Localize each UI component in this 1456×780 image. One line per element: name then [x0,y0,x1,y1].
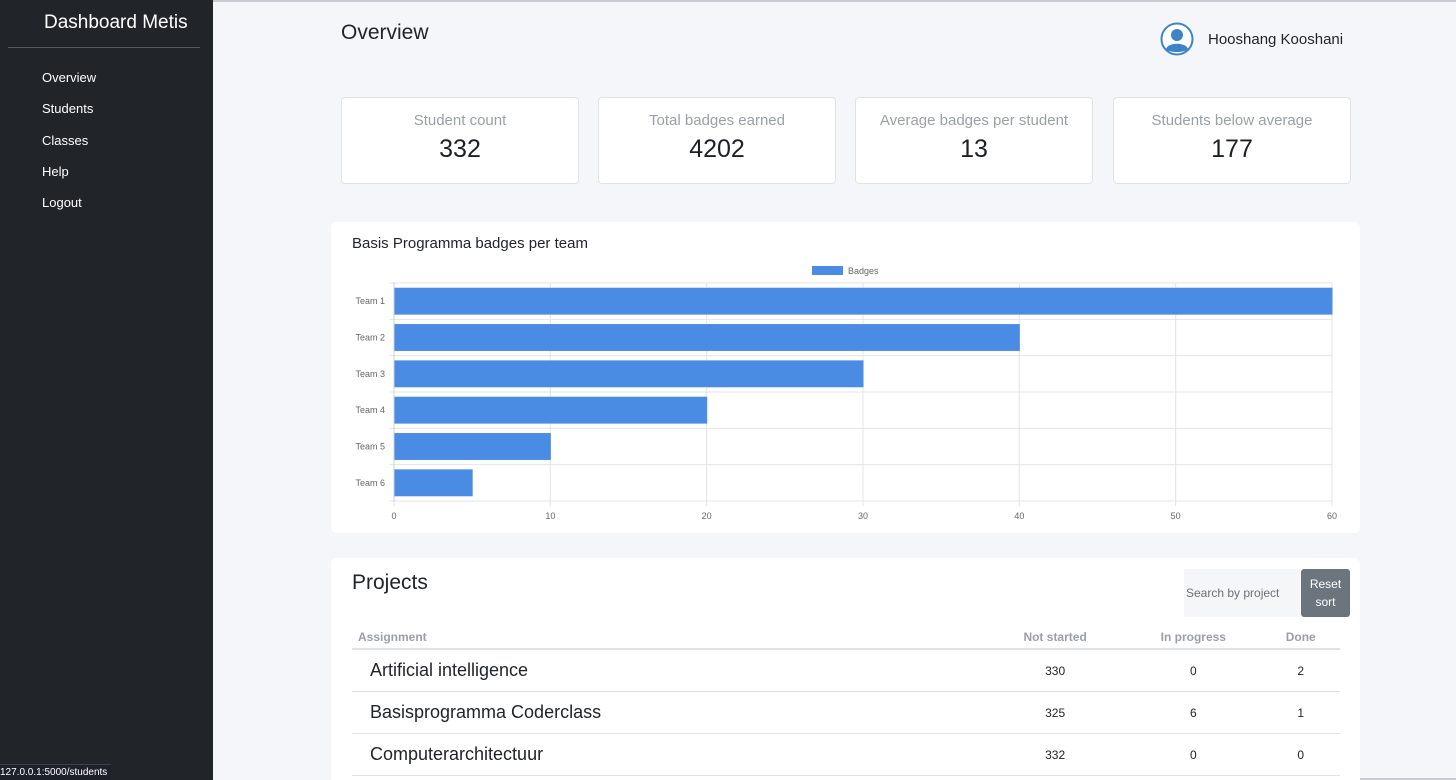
sidebar-item-overview[interactable]: Overview [42,70,96,101]
project-search-input[interactable] [1184,569,1300,617]
stat-label: Average badges per student [879,112,1069,129]
x-tick-label: 60 [1327,511,1337,521]
badges-bar-chart: 0 10 20 30 40 50 60 Team 1 Team 2 Team 3 Team 4 Tea… [355,266,1337,521]
table-row[interactable]: Computerarchitectuur 332 0 0 [352,733,1340,776]
cell-assignment: Computerarchitectuur [352,733,986,776]
brand-divider [8,47,200,48]
cell-not-started: 325 [985,691,1126,734]
table-row[interactable]: Basisprogramma Coderclass 325 6 1 [352,691,1340,734]
stat-label: Student count [413,112,507,129]
y-tick-label: Team 4 [355,405,385,415]
cell-assignment: Artificial intelligence [352,649,986,692]
stat-value: 332 [439,135,481,163]
column-header-assignment[interactable]: Assignment [352,625,986,650]
cell-in-progress: 0 [1125,733,1262,776]
sidebar-item-help[interactable]: Help [42,164,96,195]
sidebar-item-students[interactable]: Students [42,101,96,132]
cell-done: 0 [1261,733,1340,776]
cell-assignment: Basisprogramma Coderclass [352,691,986,734]
bar-team-4 [394,396,708,424]
y-tick-label: Team 6 [355,478,385,488]
stat-card-total-badges: Total badges earned 4202 [598,97,836,184]
x-tick-label: 0 [391,511,396,521]
y-tick-label: Team 3 [355,369,385,379]
badges-chart-panel: Basis Programma badges per team 0 10 20 30 4… [331,222,1360,533]
x-tick-label: 50 [1171,511,1181,521]
stat-card-below-average: Students below average 177 [1113,97,1351,184]
y-tick-label: Team 2 [355,333,385,343]
user-menu[interactable]: Hooshang Kooshani [1150,19,1343,59]
stat-card-average-badges: Average badges per student 13 [855,97,1093,184]
legend-label: Badges [848,266,879,276]
sidebar-item-classes[interactable]: Classes [42,133,96,164]
page-title: Overview [341,21,429,44]
column-header-done[interactable]: Done [1261,625,1340,650]
user-name: Hooshang Kooshani [1208,30,1344,48]
brand-title[interactable]: Dashboard Metis [44,12,188,34]
cell-in-progress: 6 [1125,691,1262,734]
reset-sort-button[interactable]: Reset sort [1301,569,1350,617]
bar-team-6 [394,469,473,497]
x-tick-label: 10 [545,511,555,521]
column-header-not-started[interactable]: Not started [985,625,1126,650]
projects-table: Assignment Not started In progress Done … [352,625,1340,776]
table-row[interactable]: Artificial intelligence 330 0 2 [352,649,1340,692]
stat-card-student-count: Student count 332 [341,97,579,184]
sidebar: Dashboard Metis Overview Students Classe… [0,0,213,780]
cell-not-started: 330 [985,649,1126,692]
bar-team-5 [394,433,551,460]
user-avatar-icon [1160,22,1194,56]
cell-not-started: 332 [985,733,1126,776]
stat-label: Total badges earned [649,112,785,129]
link-status-bar: 127.0.0.1:5000/students [0,764,112,780]
y-tick-label: Team 5 [355,442,385,452]
table-header-row: Assignment Not started In progress Done [352,625,1340,650]
bar-team-3 [394,360,864,388]
bar-team-1 [394,287,1333,315]
stat-label: Students below average [1151,112,1313,129]
stat-value: 177 [1211,135,1253,163]
cell-done: 1 [1261,691,1340,734]
y-tick-label: Team 1 [355,296,385,306]
sidebar-item-logout[interactable]: Logout [42,195,96,226]
projects-title: Projects [352,571,428,594]
column-header-in-progress[interactable]: In progress [1125,625,1262,650]
stat-value: 13 [960,135,988,163]
sidebar-nav: Overview Students Classes Help Logout [42,70,96,226]
cell-in-progress: 0 [1125,649,1262,692]
window-top-edge-light [213,0,1456,2]
stat-value: 4202 [689,135,745,163]
legend-swatch [812,266,843,275]
bar-team-2 [394,324,1020,351]
x-tick-label: 20 [702,511,712,521]
x-tick-label: 30 [858,511,868,521]
cell-done: 2 [1261,649,1340,692]
x-tick-label: 40 [1014,511,1024,521]
projects-panel: Projects Reset sort Assignment Not start… [331,558,1360,780]
